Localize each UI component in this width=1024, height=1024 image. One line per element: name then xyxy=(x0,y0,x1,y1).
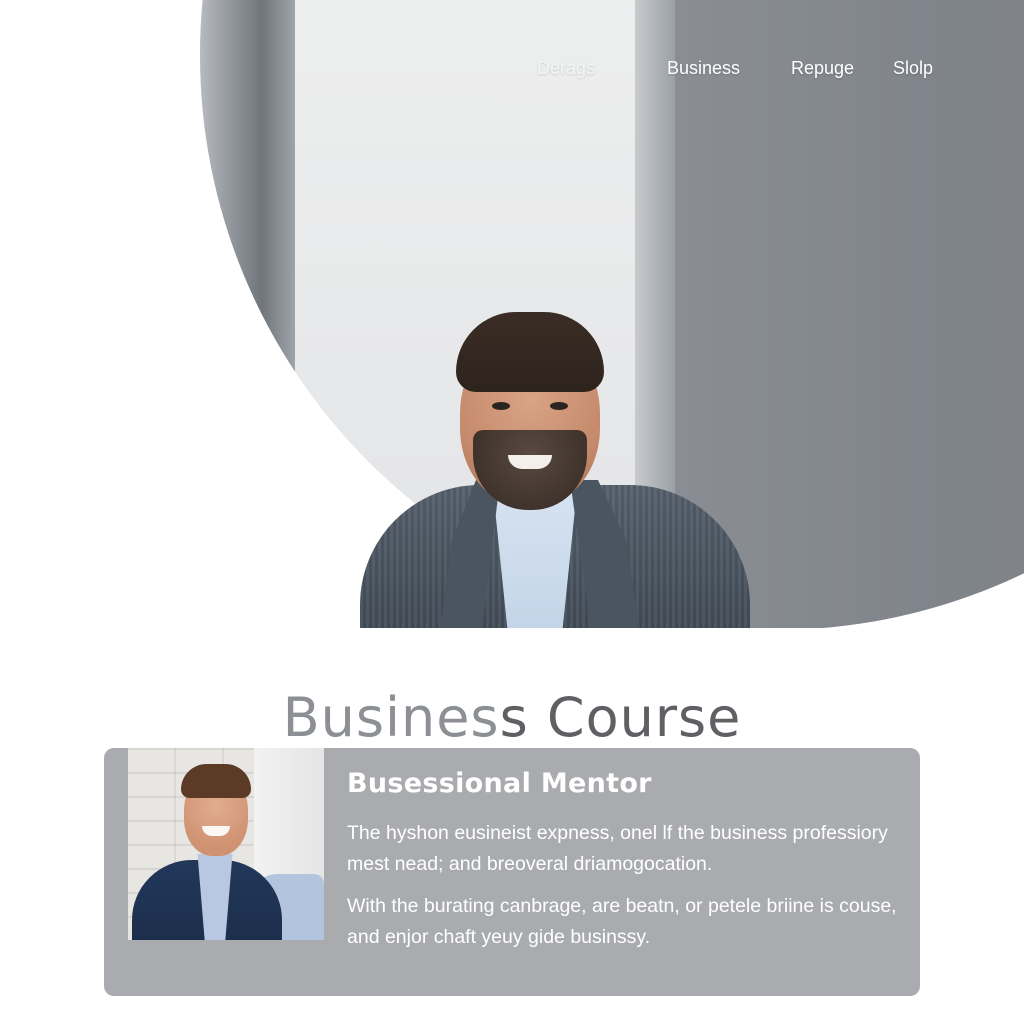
page-title-part1: Busines xyxy=(282,686,500,750)
page-title-part2: s Course xyxy=(499,686,742,750)
hero-section: Derags Business Repuge Slolp xyxy=(0,0,1024,628)
nav-item-repuge[interactable]: Repuge xyxy=(791,58,854,79)
nav-item-derags[interactable]: Derags xyxy=(537,58,595,79)
mentor-card-heading: Busessional Mentor xyxy=(347,768,652,799)
hero-mentor-portrait xyxy=(360,310,760,628)
top-nav: Derags Business Repuge Slolp xyxy=(0,58,1024,82)
mentor-photo xyxy=(128,748,324,940)
landing-page: Derags Business Repuge Slolp Business Co… xyxy=(0,0,1024,1024)
mentor-card-paragraph-2: With the burating canbrage, are beatn, o… xyxy=(347,895,897,948)
nav-item-business[interactable]: Business xyxy=(667,58,740,79)
mentor-card-paragraph-1: The hyshon eusineist expness, onel lf th… xyxy=(347,822,888,875)
mentor-avatar xyxy=(128,764,324,940)
nav-item-slolp[interactable]: Slolp xyxy=(893,58,933,79)
page-title: Business Course xyxy=(0,686,1024,749)
mentor-card: Busessional Mentor The hyshon eusineist … xyxy=(104,748,920,996)
